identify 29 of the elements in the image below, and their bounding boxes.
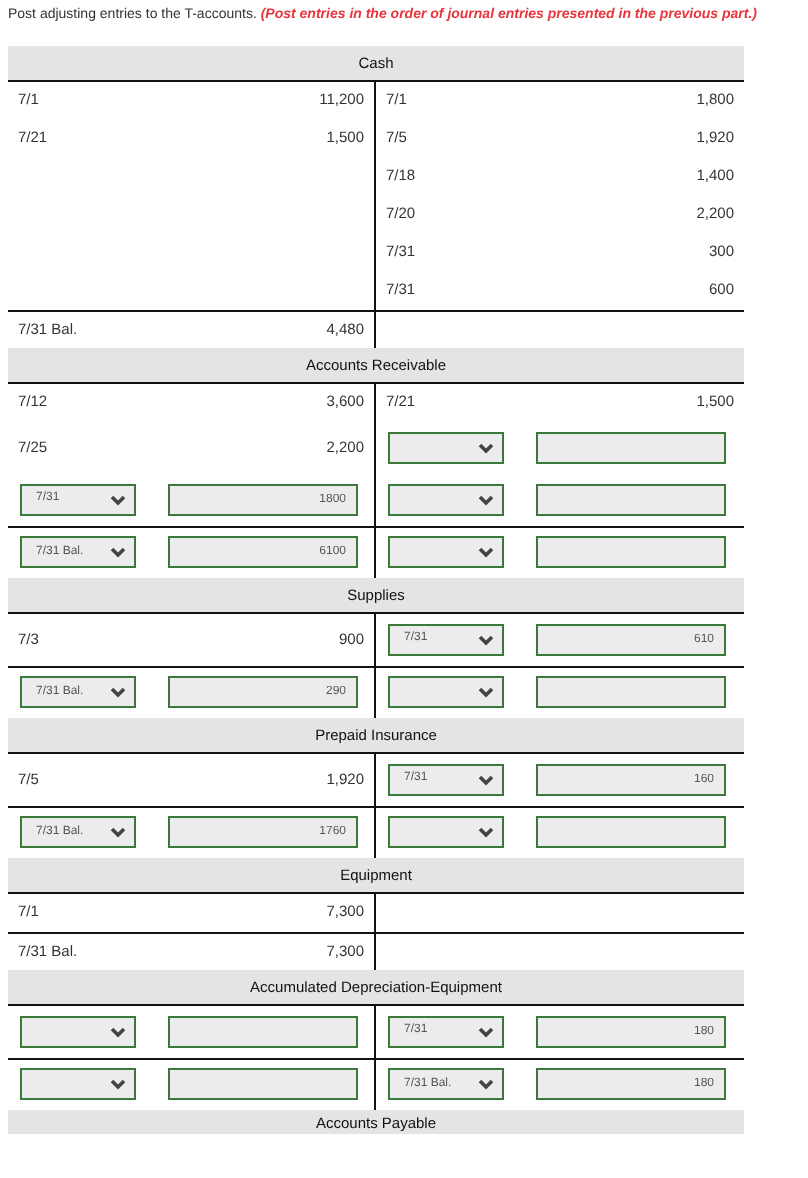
chevron-down-icon [478, 1078, 494, 1090]
chevron-down-icon [478, 546, 494, 558]
chevron-down-icon [110, 1025, 126, 1037]
amount-field[interactable] [536, 483, 726, 515]
chevron-down-icon [478, 493, 494, 505]
chevron-down-icon [110, 826, 126, 838]
amount-field[interactable] [536, 816, 726, 848]
chevron-down-icon [478, 1025, 494, 1037]
date-dropdown[interactable] [388, 431, 504, 463]
date-dropdown[interactable] [20, 1015, 136, 1047]
amount-field[interactable] [168, 1015, 358, 1047]
chevron-down-icon [110, 493, 126, 505]
chevron-down-icon [478, 633, 494, 645]
date-dropdown[interactable] [388, 816, 504, 848]
date-dropdown[interactable] [20, 1068, 136, 1100]
amount-field[interactable] [536, 676, 726, 708]
date-dropdown[interactable] [388, 676, 504, 708]
chevron-down-icon [478, 441, 494, 453]
chevron-down-icon [478, 686, 494, 698]
amount-field[interactable] [536, 431, 726, 463]
chevron-down-icon [478, 826, 494, 838]
amount-field[interactable] [536, 536, 726, 568]
amount-field[interactable] [168, 1068, 358, 1100]
chevron-down-icon [110, 686, 126, 698]
chevron-down-icon [110, 546, 126, 558]
date-dropdown[interactable] [388, 536, 504, 568]
chevron-down-icon [110, 1078, 126, 1090]
chevron-down-icon [478, 773, 494, 785]
date-dropdown[interactable] [388, 483, 504, 515]
